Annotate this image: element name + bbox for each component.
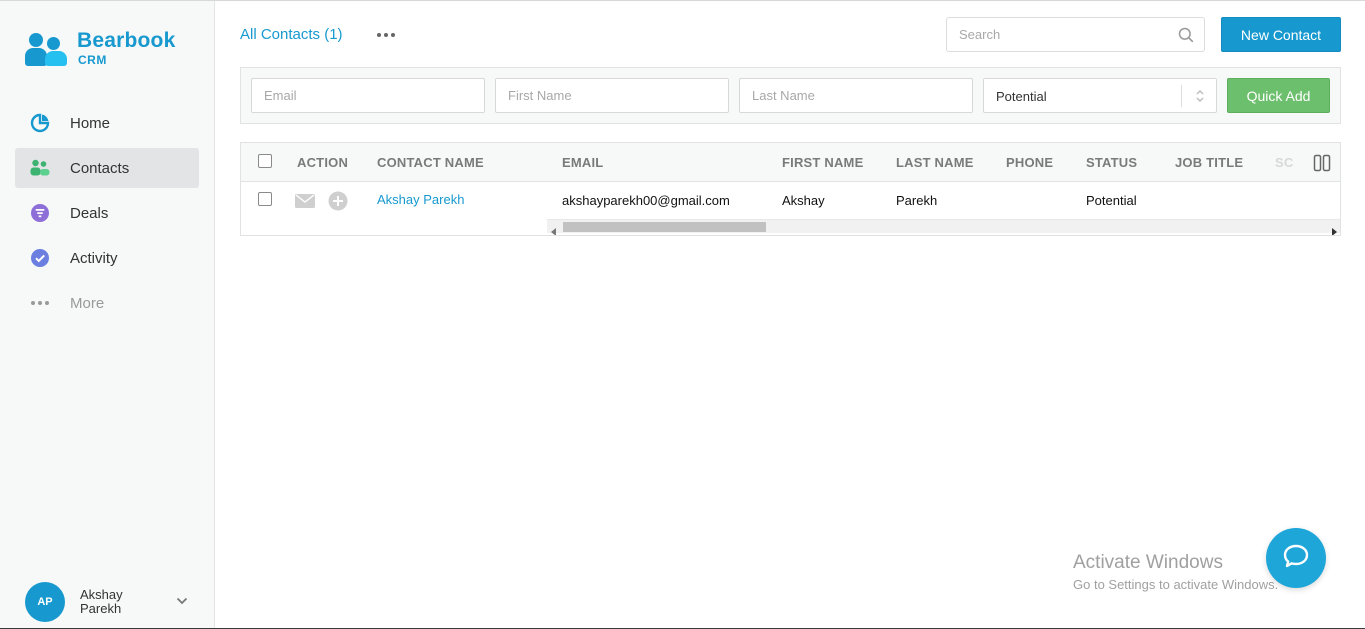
search-box (946, 17, 1205, 52)
chevron-down-icon[interactable] (175, 594, 189, 613)
cell-status: Potential (1086, 193, 1137, 208)
brand-name: Bearbook (77, 29, 176, 52)
sidebar-item-more[interactable]: More (15, 283, 199, 323)
sidebar-item-activity[interactable]: Activity (15, 238, 199, 278)
brand-sub: CRM (78, 53, 107, 67)
cell-last-name: Parekh (896, 193, 938, 208)
column-header-truncated[interactable]: SC (1275, 155, 1293, 170)
scroll-left-icon[interactable] (551, 223, 557, 235)
filter-icon (29, 202, 51, 224)
new-contact-button[interactable]: New Contact (1221, 17, 1341, 52)
sidebar-nav: Home Contacts Deals Activity More (15, 103, 199, 328)
sidebar-item-contacts[interactable]: Contacts (15, 148, 199, 188)
column-header-first-name[interactable]: FIRST NAME (782, 155, 863, 170)
last-name-field[interactable] (739, 78, 973, 113)
search-icon[interactable] (1178, 27, 1194, 48)
sidebar-item-label: Home (70, 114, 111, 132)
horizontal-scrollbar[interactable] (547, 219, 1340, 235)
cell-first-name: Akshay (782, 193, 825, 208)
column-header-last-name[interactable]: LAST NAME (896, 155, 974, 170)
table-header: ACTION CONTACT NAME EMAIL FIRST NAME LAS… (241, 143, 1340, 182)
sidebar-item-label: Contacts (70, 159, 130, 177)
email-icon[interactable] (295, 194, 315, 213)
cell-email: akshayparekh00@gmail.com (562, 193, 730, 208)
scroll-right-icon[interactable] (1331, 223, 1337, 235)
chat-bubble-icon (1282, 543, 1310, 574)
sidebar-item-label: More (70, 294, 105, 312)
status-select-value: Potential (996, 89, 1047, 104)
first-name-field[interactable] (495, 78, 729, 113)
sidebar-item-label: Deals (70, 204, 109, 222)
user-name: Akshay Parekh (80, 587, 123, 616)
activate-windows-watermark: Activate Windows Go to Settings to activ… (1073, 552, 1278, 592)
select-all-checkbox[interactable] (258, 154, 272, 168)
row-checkbox[interactable] (258, 192, 272, 206)
bearbook-logo-icon (25, 33, 69, 67)
app-window: Bearbook CRM Home Contacts Deals Activit… (0, 0, 1365, 629)
watermark-title: Activate Windows (1073, 552, 1223, 573)
contact-name-link[interactable]: Akshay Parekh (377, 192, 464, 207)
people-icon (29, 157, 51, 179)
brand-logo[interactable]: Bearbook CRM (25, 29, 195, 71)
check-circle-icon (29, 247, 51, 269)
user-menu[interactable]: AP Akshay Parekh (25, 582, 200, 622)
search-input[interactable] (947, 18, 1167, 51)
contacts-table: ACTION CONTACT NAME EMAIL FIRST NAME LAS… (240, 142, 1341, 236)
sidebar-item-label: Activity (70, 249, 118, 267)
column-header-phone[interactable]: PHONE (1006, 155, 1053, 170)
column-header-email[interactable]: EMAIL (562, 155, 603, 170)
sidebar-item-deals[interactable]: Deals (15, 193, 199, 233)
column-header-status[interactable]: STATUS (1086, 155, 1137, 170)
sidebar-item-home[interactable]: Home (15, 103, 199, 143)
add-circle-icon[interactable] (328, 191, 348, 216)
sidebar: Bearbook CRM Home Contacts Deals Activit… (0, 1, 215, 629)
column-header-action: ACTION (297, 155, 349, 170)
column-header-contact-name[interactable]: CONTACT NAME (377, 155, 484, 170)
more-dots-icon (29, 292, 51, 314)
more-options-icon[interactable] (377, 33, 395, 37)
select-arrows-icon (1195, 88, 1205, 109)
quick-add-button[interactable]: Quick Add (1227, 78, 1330, 113)
status-select[interactable]: Potential (983, 78, 1217, 113)
pie-chart-icon (29, 112, 51, 134)
page-title[interactable]: All Contacts (1) (240, 26, 343, 43)
chat-launcher-button[interactable] (1266, 528, 1326, 588)
row-actions (295, 191, 348, 216)
column-header-job-title[interactable]: JOB TITLE (1175, 155, 1243, 170)
quick-add-bar: Potential Quick Add (240, 67, 1341, 124)
avatar: AP (25, 582, 65, 622)
columns-toggle-icon[interactable] (1313, 154, 1331, 177)
watermark-subtitle: Go to Settings to activate Windows. (1073, 577, 1279, 592)
email-field[interactable] (251, 78, 485, 113)
scrollbar-thumb[interactable] (563, 222, 766, 232)
